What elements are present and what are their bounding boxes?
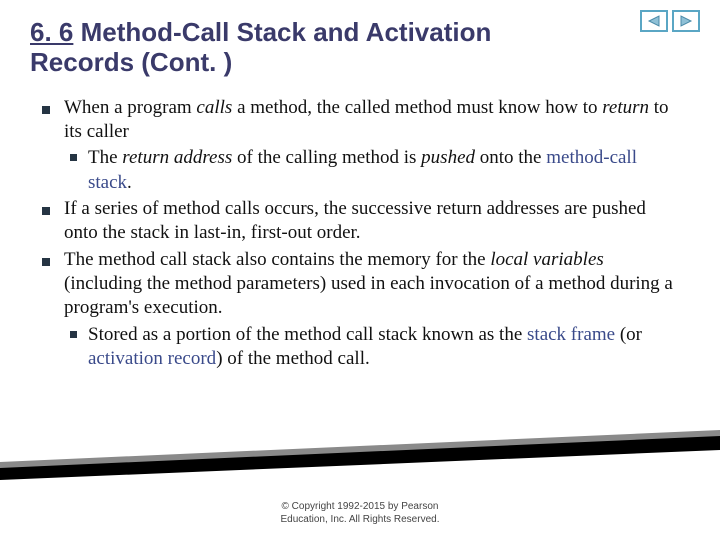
- text-run: activation record: [88, 348, 216, 369]
- list-item: If a series of method calls occurs, the …: [36, 197, 680, 246]
- text-run: The method call stack also contains the …: [64, 249, 490, 270]
- sub-list-item: The return address of the calling method…: [64, 146, 680, 195]
- triangle-left-icon: [647, 15, 661, 27]
- text-run: ) of the method call.: [216, 348, 370, 369]
- text-run: of the calling method is: [232, 147, 421, 168]
- text-run: The: [88, 147, 122, 168]
- slide-title: 6. 6 Method-Call Stack and Activation Re…: [30, 18, 590, 78]
- text-run: local variables: [490, 249, 603, 270]
- triangle-right-icon: [679, 15, 693, 27]
- text-run: calls: [196, 97, 232, 118]
- text-run: .: [127, 172, 132, 193]
- text-run: a method, the called method must know ho…: [232, 97, 602, 118]
- sub-list: Stored as a portion of the method call s…: [64, 323, 680, 372]
- list-item: When a program calls a method, the calle…: [36, 96, 680, 195]
- text-run: When a program: [64, 97, 196, 118]
- nav-arrows: [640, 10, 700, 32]
- footer-line-1: © Copyright 1992-2015 by Pearson: [0, 501, 720, 514]
- next-slide-button[interactable]: [672, 10, 700, 32]
- footer-line-2: Education, Inc. All Rights Reserved.: [0, 514, 720, 527]
- prev-slide-button[interactable]: [640, 10, 668, 32]
- bullet-list: When a program calls a method, the calle…: [36, 96, 680, 371]
- text-run: onto the: [475, 147, 546, 168]
- text-run: (or: [615, 324, 642, 345]
- slide: 6. 6 Method-Call Stack and Activation Re…: [0, 0, 720, 540]
- text-run: (including the method parameters) used i…: [64, 273, 673, 318]
- text-run: If a series of method calls occurs, the …: [64, 198, 646, 243]
- text-run: stack frame: [527, 324, 615, 345]
- text-run: return address: [122, 147, 232, 168]
- title-text: Method-Call Stack and Activation Records…: [30, 17, 491, 77]
- text-run: pushed: [421, 147, 475, 168]
- section-number: 6. 6: [30, 17, 73, 47]
- sub-list-item: Stored as a portion of the method call s…: [64, 323, 680, 372]
- copyright-footer: © Copyright 1992-2015 by Pearson Educati…: [0, 501, 720, 526]
- decorative-wedge: [0, 410, 720, 480]
- sub-list: The return address of the calling method…: [64, 146, 680, 195]
- text-run: return: [602, 97, 649, 118]
- slide-content: When a program calls a method, the calle…: [30, 96, 690, 371]
- text-run: Stored as a portion of the method call s…: [88, 324, 527, 345]
- list-item: The method call stack also contains the …: [36, 248, 680, 372]
